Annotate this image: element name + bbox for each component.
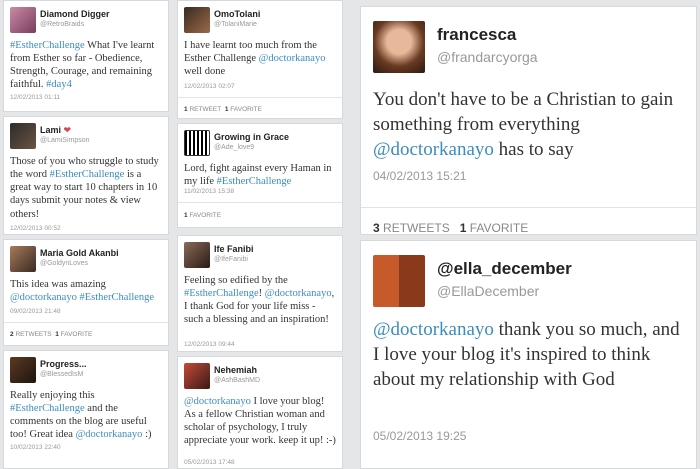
timestamp[interactable]: 05/02/2013 17:48	[184, 459, 235, 466]
user-name[interactable]: Maria Gold Akanbi	[40, 248, 119, 258]
mention-link[interactable]: @doctorkanayo	[265, 288, 332, 299]
mention-link[interactable]: @doctorkanayo	[259, 53, 326, 64]
tweet-card[interactable]: Lami ❤ @LamiSimpson Those of you who str…	[3, 116, 169, 235]
mention-link[interactable]: @doctorkanayo	[184, 396, 251, 407]
mention-link[interactable]: @doctorkanayo	[373, 319, 494, 340]
hashtag-link[interactable]: #EstherChallenge	[79, 292, 154, 303]
tweet-text: Those of you who struggle to study the w…	[10, 155, 162, 221]
hashtag-link[interactable]: #EstherChallenge	[217, 176, 292, 187]
timestamp[interactable]: 12/02/2013 00:52	[10, 225, 61, 232]
tweet-text: You don't have to be a Christian to gain…	[373, 87, 684, 162]
tweet-text-segment: well done	[184, 66, 226, 78]
tweet-text: Feeling so edified by the #EstherChallen…	[184, 274, 336, 327]
hashtag-link[interactable]: #EstherChallenge	[184, 288, 259, 299]
mention-link[interactable]: @doctorkanayo	[10, 292, 77, 303]
timestamp[interactable]: 05/02/2013 19:25	[373, 429, 466, 443]
timestamp[interactable]: 12/02/2013 02:07	[184, 83, 235, 90]
tweet-stats[interactable]: 1 FAVORITE	[184, 212, 221, 219]
tweet-text-segment: :)	[142, 429, 152, 441]
user-name[interactable]: Diamond Digger	[40, 9, 110, 19]
tweet-text: I have learnt too much from the Esther C…	[184, 39, 336, 78]
tweet-text: This idea was amazing @doctorkanayo #Est…	[10, 278, 162, 304]
user-handle[interactable]: @AshBashMD	[214, 377, 260, 384]
hashtag-link[interactable]: #EstherChallenge	[50, 169, 125, 180]
divider	[4, 322, 168, 323]
user-name[interactable]: Growing in Grace	[214, 132, 289, 142]
avatar[interactable]	[184, 7, 210, 33]
avatar[interactable]	[10, 7, 36, 33]
avatar[interactable]	[10, 246, 36, 272]
tweet-stats[interactable]: 2 RETWEETS 1 FAVORITE	[10, 331, 92, 338]
tweet-text-segment: This idea was amazing	[10, 279, 106, 290]
tweet-card[interactable]: Maria Gold Akanbi @GoldynLoves This idea…	[3, 239, 169, 346]
avatar[interactable]	[373, 21, 425, 73]
hashtag-link[interactable]: #EstherChallenge	[10, 403, 85, 414]
tweet-text: #EstherChallenge What I've learnt from E…	[10, 39, 162, 92]
hashtag-link[interactable]: #EstherChallenge	[10, 40, 85, 51]
divider	[361, 207, 696, 208]
avatar[interactable]	[184, 242, 210, 268]
tweet-text-segment: Really enjoying this	[10, 390, 95, 401]
user-handle[interactable]: @IfeFanibi	[214, 256, 248, 263]
avatar[interactable]	[184, 130, 210, 156]
user-name[interactable]: francesca	[437, 25, 516, 45]
user-handle[interactable]: @EllaDecember	[437, 283, 539, 299]
timestamp[interactable]: 10/02/2013 22:40	[10, 444, 61, 451]
tweet-text: @doctorkanayo I love your blog! As a fel…	[184, 395, 336, 448]
timestamp[interactable]: 04/02/2013 15:21	[373, 169, 466, 183]
user-handle[interactable]: @LamiSimpson	[40, 137, 90, 144]
user-name[interactable]: Ife Fanibi	[214, 244, 254, 254]
hashtag-link[interactable]: #day4	[46, 79, 72, 90]
user-handle[interactable]: @Ade_love9	[214, 144, 254, 151]
divider	[178, 202, 342, 203]
tweet-text-segment: Feeling so edified by the	[184, 275, 288, 286]
tweet-card[interactable]: Ife Fanibi @IfeFanibi Feeling so edified…	[177, 235, 343, 352]
tweet-text-segment: You don't have to be a Christian to gain…	[373, 89, 674, 136]
user-handle[interactable]: @RetroBraids	[40, 21, 84, 28]
tweet-card-featured[interactable]: @ella_december @EllaDecember @doctorkana…	[360, 240, 697, 469]
heart-icon: ❤	[63, 125, 72, 135]
tweet-card-featured[interactable]: francesca @frandarcyorga You don't have …	[360, 6, 697, 235]
avatar[interactable]	[10, 123, 36, 149]
user-handle[interactable]: @GoldynLoves	[40, 260, 88, 267]
divider	[178, 97, 342, 98]
tweet-card[interactable]: OmoTolani @TolaniMarie I have learnt too…	[177, 0, 343, 119]
mention-link[interactable]: @doctorkanayo	[373, 139, 494, 160]
user-name[interactable]: @ella_december	[437, 259, 572, 279]
timestamp[interactable]: 12/02/2013 09:44	[184, 341, 235, 348]
avatar[interactable]	[10, 357, 36, 383]
timestamp[interactable]: 11/02/2013 15:38	[184, 188, 234, 195]
tweet-text-segment: has to say	[493, 139, 574, 161]
tweet-stats[interactable]: 1 RETWEET 1 FAVORITE	[184, 106, 262, 113]
timestamp[interactable]: 12/02/2013 01:11	[10, 94, 60, 101]
tweet-card[interactable]: Diamond Digger @RetroBraids #EstherChall…	[3, 0, 169, 112]
tweet-card[interactable]: Nehemiah @AshBashMD @doctorkanayo I love…	[177, 356, 343, 469]
timestamp[interactable]: 09/02/2013 21:48	[10, 308, 61, 315]
user-handle[interactable]: @frandarcyorga	[437, 49, 538, 65]
user-name[interactable]: Lami ❤	[40, 125, 71, 136]
user-name[interactable]: Progress...	[40, 359, 87, 369]
mention-link[interactable]: @doctorkanayo	[76, 429, 143, 440]
tweet-stats[interactable]: 3 RETWEETS 1 FAVORITE	[373, 221, 528, 234]
user-name[interactable]: Nehemiah	[214, 365, 257, 375]
avatar[interactable]	[373, 255, 425, 307]
user-name[interactable]: OmoTolani	[214, 9, 260, 19]
tweet-text: @doctorkanayo thank you so much, and I l…	[373, 317, 684, 392]
tweet-card[interactable]: Growing in Grace @Ade_love9 Lord, fight …	[177, 123, 343, 228]
avatar[interactable]	[184, 363, 210, 389]
user-handle[interactable]: @BlessedIsM	[40, 371, 83, 378]
tweet-text: Really enjoying this #EstherChallenge an…	[10, 389, 162, 442]
user-handle[interactable]: @TolaniMarie	[214, 21, 257, 28]
tweet-card[interactable]: Progress... @BlessedIsM Really enjoying …	[3, 350, 169, 469]
tweet-text: Lord, fight against every Haman in my li…	[184, 162, 336, 188]
